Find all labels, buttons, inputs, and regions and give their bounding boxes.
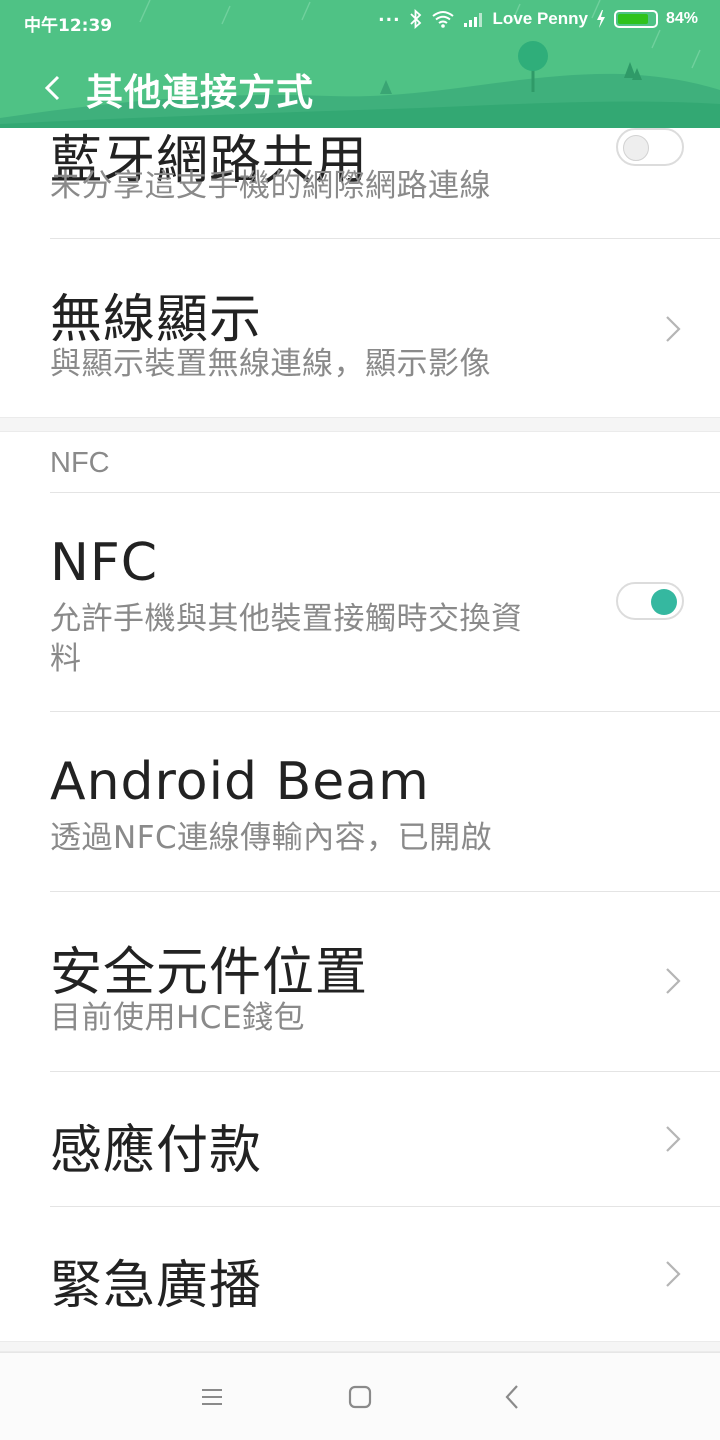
chevron-right-icon [666, 968, 681, 994]
item-subtitle-line2: 料 [50, 641, 82, 677]
wifi-icon [431, 10, 455, 28]
nav-back-button[interactable] [492, 1381, 532, 1413]
bluetooth-icon [409, 9, 423, 29]
signal-icon [463, 11, 485, 27]
chevron-right-icon [666, 316, 681, 342]
nfc-toggle[interactable] [616, 582, 684, 620]
item-subtitle-line1: 允許手機與其他裝置接觸時交換資 [50, 601, 523, 637]
list-item-wireless-display[interactable]: 無線顯示 與顯示裝置無線連線，顯示影像 [0, 239, 720, 417]
item-title: 安全元件位置 [50, 943, 369, 1003]
chevron-right-icon [666, 1126, 681, 1152]
item-subtitle: 透過NFC連線傳輸內容，已開啟 [50, 820, 493, 856]
back-icon [505, 1385, 518, 1409]
battery-percent: 84% [665, 10, 698, 27]
item-title: 緊急廣播 [50, 1256, 263, 1316]
title-bar: 其他連接方式 [0, 56, 720, 120]
list-item-android-beam[interactable]: Android Beam 透過NFC連線傳輸內容，已開啟 [0, 712, 720, 891]
bluetooth-tethering-toggle[interactable] [616, 128, 684, 166]
list-item-tap-and-pay[interactable]: 感應付款 [0, 1072, 720, 1206]
settings-screen: 藍牙網路共用 未分享這支手機的網際網路連線 無線顯示 與顯示裝置無線連線，顯示影… [0, 0, 720, 1440]
notification-dots: ... [378, 6, 401, 26]
menu-icon [202, 1389, 222, 1405]
settings-list[interactable]: 藍牙網路共用 未分享這支手機的網際網路連線 無線顯示 與顯示裝置無線連線，顯示影… [0, 0, 720, 1352]
app-header: 中午12:39 ... Love Penny 84% 其他連接方式 [0, 0, 720, 128]
section-header-nfc: NFC [50, 447, 110, 479]
chevron-left-icon [44, 75, 60, 101]
toggle-knob [651, 589, 677, 615]
list-item-nfc[interactable]: NFC 允許手機與其他裝置接觸時交換資 料 [0, 493, 720, 711]
system-nav-bar [0, 1352, 720, 1440]
page-title: 其他連接方式 [86, 71, 314, 114]
section-separator [0, 1341, 720, 1352]
item-title: 感應付款 [50, 1121, 263, 1181]
battery-level [617, 14, 648, 24]
item-subtitle: 與顯示裝置無線連線，顯示影像 [50, 346, 491, 382]
battery-icon [613, 10, 658, 28]
item-subtitle: 目前使用HCE錢包 [50, 1000, 306, 1036]
item-subtitle: 未分享這支手機的網際網路連線 [50, 168, 491, 204]
status-time: 中午12:39 [24, 16, 113, 36]
menu-button[interactable] [192, 1381, 232, 1413]
list-item-emergency-broadcast[interactable]: 緊急廣播 [0, 1207, 720, 1341]
status-bar: 中午12:39 ... Love Penny 84% [0, 0, 720, 44]
status-icons: ... Love Penny 84% [378, 6, 698, 29]
list-item-secure-element[interactable]: 安全元件位置 目前使用HCE錢包 [0, 892, 720, 1071]
back-button[interactable] [34, 70, 70, 106]
item-title: 無線顯示 [50, 290, 263, 350]
carrier-name: Love Penny [492, 9, 588, 28]
home-button[interactable] [340, 1381, 380, 1413]
section-separator [0, 417, 720, 432]
item-title: NFC [50, 533, 159, 593]
item-title: Android Beam [50, 752, 430, 812]
chevron-right-icon [666, 1261, 681, 1287]
home-icon [348, 1385, 372, 1409]
charging-icon [596, 10, 606, 28]
toggle-knob [623, 135, 649, 161]
